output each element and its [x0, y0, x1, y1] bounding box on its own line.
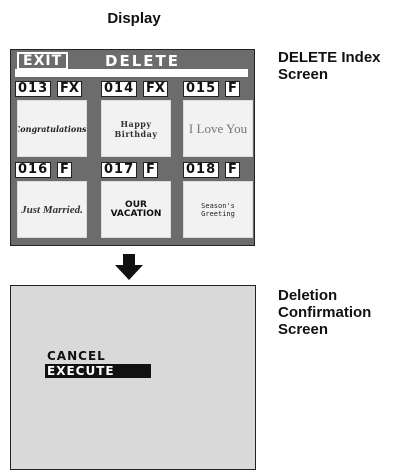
deletion-confirmation-screen: CANCEL EXECUTE: [10, 285, 256, 470]
delete-index-screen: EXIT DELETE 013 FX 014 FX 015 F Congratu…: [10, 49, 255, 246]
item-tag: F: [57, 162, 72, 178]
thumbnail-text: Just Married.: [21, 203, 83, 216]
delete-index-caption: DELETE Index Screen: [278, 49, 390, 83]
item-number: 018: [183, 162, 220, 178]
delete-title: DELETE: [105, 52, 180, 70]
label-row-2: 016 F 017 F 018 F: [15, 162, 250, 178]
caption-line: DELETE Index: [278, 49, 381, 66]
execute-option[interactable]: EXECUTE: [45, 364, 151, 378]
cancel-option[interactable]: CANCEL: [47, 349, 106, 363]
title-thumbnail[interactable]: Season's Greeting: [183, 181, 253, 238]
title-thumbnail[interactable]: Congratulations!: [17, 100, 87, 157]
item-number: 016: [15, 162, 52, 178]
display-heading: Display: [107, 10, 161, 27]
exit-button[interactable]: EXIT: [17, 52, 69, 70]
item-tag: FX: [143, 81, 168, 97]
thumbnail-text: Congratulations!: [17, 123, 87, 134]
caption-line: Screen: [278, 321, 329, 338]
thumbnail-text: Happy Birthday: [114, 118, 158, 139]
title-thumbnail[interactable]: Happy Birthday: [101, 100, 171, 157]
item-tag: F: [225, 81, 240, 97]
down-arrow-icon: [115, 254, 143, 280]
thumbnail-text: Season's Greeting: [201, 201, 235, 218]
title-thumbnail[interactable]: Just Married.: [17, 181, 87, 238]
item-number: 017: [101, 162, 138, 178]
selection-bar: [15, 69, 248, 77]
item-tag: FX: [57, 81, 82, 97]
label-row-1: 013 FX 014 FX 015 F: [15, 81, 250, 97]
item-number: 014: [101, 81, 138, 97]
thumbnail-text: I Love You: [188, 120, 248, 136]
caption-line: Deletion: [278, 287, 338, 304]
item-tag: F: [225, 162, 240, 178]
item-number: 015: [183, 81, 220, 97]
caption-line: Confirmation: [278, 304, 372, 321]
thumbnail-text: OUR VACATION: [110, 199, 162, 219]
index-title-bar: EXIT DELETE: [13, 51, 252, 70]
item-number: 013: [15, 81, 52, 97]
execute-label: EXECUTE: [47, 364, 115, 378]
title-thumbnail[interactable]: I Love You: [183, 100, 253, 157]
title-thumbnail[interactable]: OUR VACATION: [101, 181, 171, 238]
item-tag: F: [143, 162, 158, 178]
deletion-confirmation-caption: Deletion Confirmation Screen: [278, 287, 390, 338]
caption-line: Screen: [278, 66, 329, 83]
